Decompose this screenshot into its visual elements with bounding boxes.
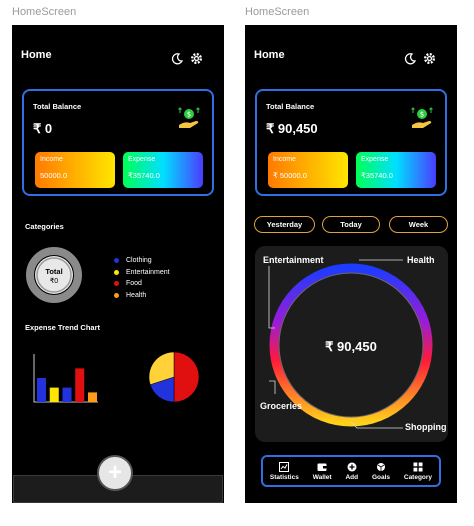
expense-card[interactable]: Expense ₹35740.0 — [123, 152, 203, 188]
balance-card: Total Balance ₹ 90,450 $ Income ₹ 50000.… — [255, 89, 447, 196]
income-label: Income — [40, 156, 63, 163]
balance-card: Total Balance ₹ 0 $ Income 50000.0 Expen… — [22, 89, 214, 196]
home-screen-1: Home Total Balance ₹ 0 $ Income 50000.0 … — [12, 25, 224, 503]
expense-bar-chart — [33, 354, 98, 403]
ring-center-value: ₹ 90,450 — [325, 339, 377, 354]
filter-week-button[interactable]: Week — [389, 216, 448, 233]
moon-icon[interactable] — [171, 53, 183, 65]
total-balance-value: ₹ 0 — [33, 121, 53, 136]
frame-label-2: HomeScreen — [245, 6, 310, 18]
ring-label-groceries: Groceries — [260, 401, 302, 411]
money-hand-icon: $ — [411, 107, 433, 128]
nav-label: Add — [345, 473, 359, 481]
legend-item: Health — [114, 290, 170, 302]
ring-label-shopping: Shopping — [405, 422, 447, 432]
expense-value: ₹35740.0 — [361, 171, 393, 180]
income-value: 50000.0 — [40, 171, 68, 180]
svg-text:$: $ — [420, 111, 424, 119]
expense-pie-chart — [148, 351, 200, 403]
expense-value: ₹35740.0 — [128, 171, 160, 180]
total-balance-label: Total Balance — [266, 102, 315, 111]
pie-slice — [173, 351, 200, 403]
statistics-icon — [279, 461, 290, 472]
money-hand-icon: $ — [178, 107, 200, 128]
total-balance-label: Total Balance — [33, 102, 82, 111]
filter-today-button[interactable]: Today — [322, 216, 380, 233]
expense-trend-title: Expense Trend Chart — [25, 323, 101, 332]
frame-label-1: HomeScreen — [12, 6, 77, 18]
add-fab-button[interactable]: + — [97, 455, 133, 491]
legend-dot — [114, 292, 119, 298]
nav-add[interactable]: Add — [345, 462, 358, 481]
ring-label-health: Health — [407, 255, 435, 265]
spending-ring-panel: ₹ 90,450 Entertainment Health Groceries … — [255, 246, 448, 442]
category-icon — [413, 462, 423, 471]
wallet-icon — [317, 463, 327, 471]
nav-label: Wallet — [312, 473, 332, 481]
nav-goals[interactable]: Goals — [372, 462, 390, 481]
filter-yesterday-button[interactable]: Yesterday — [254, 216, 315, 233]
legend-item: Food — [114, 278, 170, 290]
bar — [88, 392, 97, 402]
nav-label: Statistics — [269, 473, 299, 481]
legend-dot — [114, 269, 119, 275]
bottom-navigation: Statistics Wallet Add Goals Category — [261, 455, 441, 487]
income-card[interactable]: Income ₹ 50000.0 — [268, 152, 348, 188]
moon-icon[interactable] — [404, 53, 416, 65]
legend-label: Health — [126, 291, 147, 299]
page-title: Home — [21, 49, 52, 61]
page-title: Home — [254, 49, 285, 61]
total-balance-value: ₹ 90,450 — [266, 121, 318, 136]
nav-label: Goals — [371, 473, 391, 481]
goals-icon — [376, 462, 385, 471]
categories-donut: Total ₹0 — [26, 247, 82, 303]
legend-label: Entertainment — [126, 268, 170, 276]
legend-dot — [114, 258, 119, 264]
legend-item: Entertainment — [114, 267, 170, 279]
nav-wallet[interactable]: Wallet — [313, 462, 332, 481]
bar — [37, 378, 46, 402]
legend-dot — [114, 281, 119, 287]
spending-ring-chart: ₹ 90,450 Entertainment Health Groceries … — [260, 255, 447, 432]
income-label: Income — [273, 156, 296, 163]
categories-title: Categories — [25, 222, 64, 231]
categories-legend: Clothing Entertainment Food Health — [114, 255, 170, 301]
nav-statistics[interactable]: Statistics — [269, 461, 299, 481]
nav-label: Category — [403, 473, 433, 481]
legend-label: Food — [126, 280, 142, 288]
legend-label: Clothing — [126, 257, 152, 265]
ring-label-entertainment: Entertainment — [263, 255, 324, 265]
donut-total-value: ₹0 — [50, 277, 58, 285]
legend-item: Clothing — [114, 255, 170, 267]
nav-category[interactable]: Category — [404, 462, 432, 481]
bar — [62, 387, 72, 402]
income-card[interactable]: Income 50000.0 — [35, 152, 115, 188]
donut-total-label: Total — [45, 267, 62, 276]
gear-icon[interactable] — [190, 52, 203, 65]
expense-card[interactable]: Expense ₹35740.0 — [356, 152, 436, 188]
expense-label: Expense — [361, 156, 389, 163]
gear-icon[interactable] — [423, 52, 436, 65]
add-icon — [347, 462, 357, 471]
svg-text:$: $ — [187, 111, 191, 119]
bar — [49, 387, 59, 402]
income-value: ₹ 50000.0 — [273, 171, 307, 180]
bar — [75, 368, 85, 402]
expense-label: Expense — [128, 156, 156, 163]
home-screen-2: Home Total Balance ₹ 90,450 $ Income ₹ 5… — [245, 25, 457, 503]
